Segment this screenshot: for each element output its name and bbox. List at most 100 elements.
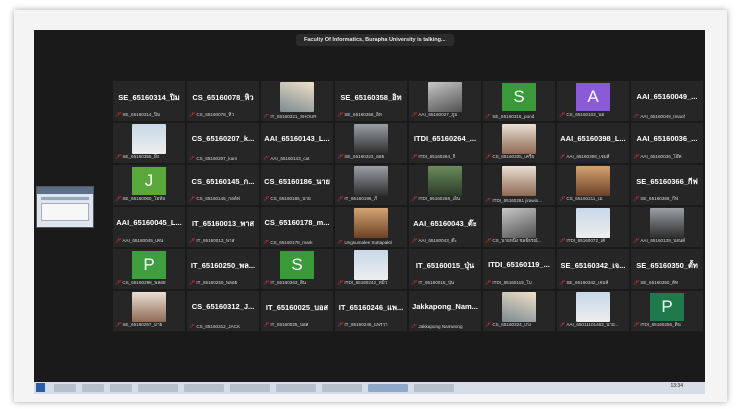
participant-display-name: AAI_65160043_ต๊ะ [413, 219, 477, 228]
participant-caption: 🎤︎ SE_65160366_กีฟ [633, 196, 701, 203]
participant-tile[interactable]: 🎤︎ SE_65160323_ออย [335, 123, 407, 163]
participant-tile[interactable]: S 🎤︎ SE_65160316_pond [483, 81, 555, 121]
participant-name-label: CS_65160324_เก่ง [492, 322, 531, 327]
participant-tile[interactable]: IT_65160015_ปุ่น 🎤︎ IT_65160015_ปุ่น [409, 249, 481, 289]
taskbar-app-icon[interactable] [230, 384, 270, 392]
participant-tile[interactable]: Jakkapong_Nam... 🎤︎ Jakkapong Namwong [409, 291, 481, 331]
taskbar-app-icon[interactable] [110, 384, 132, 392]
participant-tile[interactable]: 🎤︎ CS_65160211_เม [557, 165, 629, 205]
participant-tile[interactable]: AAI_65160045_L... 🎤︎ AAI_65160045_เคน [113, 207, 185, 247]
participant-caption: 🎤︎ IT_65160015_ปุ่น [411, 280, 479, 287]
participant-tile[interactable]: IT_65160250_พล... 🎤︎ IT_65160250_พลอย [187, 249, 259, 289]
participant-tile[interactable]: AAI_65160143_L... 🎤︎ AAI_65160143_cat [261, 123, 333, 163]
muted-mic-icon: 🎤︎ [189, 238, 196, 244]
participant-name-label: IT_65160250_พลอย [196, 280, 238, 285]
participant-tile[interactable]: SE_65160314_ปิม 🎤︎ SE_65160314_ปิม [113, 81, 185, 121]
participant-tile[interactable]: 🎤︎ AAI_65160027_ภูม [409, 81, 481, 121]
participant-tile[interactable]: SE_65160342_เจ... 🎤︎ SE_65160342_เจมส์ [557, 249, 629, 289]
participant-display-name: CS_65160078_หิว [192, 93, 254, 102]
muted-mic-icon: 🎤︎ [115, 238, 122, 244]
participant-name-label: AAI_65160049_tmaof [640, 114, 685, 119]
taskbar-app-icon[interactable] [322, 384, 362, 392]
participant-video [502, 292, 536, 322]
participant-tile[interactable]: 🎤︎ ITDI_65160072_เต้ [557, 207, 629, 247]
participant-video [354, 166, 388, 196]
shared-screen-thumbnail[interactable] [36, 186, 94, 228]
meeting-topbar: Faculty Of Informatics, Burapha Universi… [34, 30, 705, 54]
muted-mic-icon: 🎤︎ [485, 322, 492, 328]
muted-mic-icon: 🎤︎ [633, 154, 640, 160]
participant-tile[interactable]: AAI_65160049_... 🎤︎ AAI_65160049_tmaof [631, 81, 703, 121]
muted-mic-icon: 🎤︎ [485, 114, 492, 119]
participant-tile[interactable]: AAI_65160036_... 🎤︎ AAI_65160036_โอ๊ค [631, 123, 703, 163]
participant-caption: 🎤︎ AAI_65160398_เจมส์ [559, 154, 627, 161]
participant-tile[interactable]: ITDI_65160119_... 🎤︎ ITDI_65160119_โบ [483, 249, 555, 289]
participant-tile[interactable]: 🎤︎ ITDI_65160242_หมิว [335, 249, 407, 289]
participant-tile[interactable]: 🎤︎ AAI_65011101463_นาย... [557, 291, 629, 331]
participant-tile[interactable]: 🎤︎ AAI_65160139_ปอนด์ [631, 207, 703, 247]
participant-tile[interactable]: 🎤︎ ITDI_65160281 jirawin... [483, 165, 555, 205]
participant-tile[interactable]: ITDI_65160264_... 🎤︎ ITDI_65160264_กิ [409, 123, 481, 163]
participant-tile[interactable]: S 🎤︎ IT_65160363_สิน [261, 249, 333, 289]
participant-tile[interactable]: CS_65160186_นาย 🎤︎ CS_65160186_นาย [261, 165, 333, 205]
muted-mic-icon: 🎤︎ [263, 322, 270, 328]
participant-caption: 🎤︎ AAI_65160139_ปอนด์ [633, 238, 701, 245]
participant-tile[interactable]: CS_65160078_หิว 🎤︎ CS_65160078_หิว [187, 81, 259, 121]
participant-display-name: AAI_65160045_L... [116, 218, 182, 227]
participant-name-label: IT_65160025_บอส [270, 322, 309, 327]
taskbar-app-icon[interactable] [276, 384, 316, 392]
participant-name-label: AAI_65160027_ภูม [418, 112, 458, 117]
participant-video [428, 166, 462, 196]
participant-tile[interactable]: J 🎤︎ SE_65160060_โอห์ม [113, 165, 185, 205]
participant-tile[interactable]: CS_65160312_J... 🎤︎ CS_65160312_JACK [187, 291, 259, 331]
participant-name-label: AAI_65160398_เจมส์ [566, 154, 610, 159]
participant-tile[interactable]: 🎤︎ CS_65160205_เครีย [483, 123, 555, 163]
participant-tile[interactable]: 🎤︎ CS_65160324_เก่ง [483, 291, 555, 331]
participant-tile[interactable]: 🎤︎ SE_65160355_ผึง [113, 123, 185, 163]
windows-taskbar: 13:34 [34, 382, 705, 394]
participant-caption: 🎤︎ SE_65160267_มาย [115, 322, 183, 329]
taskbar-app-icon[interactable] [414, 384, 454, 392]
taskbar-app-icon[interactable] [54, 384, 76, 392]
start-icon[interactable] [36, 383, 45, 392]
participant-avatar: J [132, 167, 166, 195]
participant-caption: 🎤︎ IT_65160025_บอส [263, 322, 331, 329]
taskbar-app-icon[interactable] [184, 384, 224, 392]
participant-tile[interactable]: SE_65160366_กีฟ 🎤︎ SE_65160366_กีฟ [631, 165, 703, 205]
participant-display-name: SE_65160350_ตั้ท [636, 261, 698, 270]
participant-tile[interactable]: SE_65160350_ตั้ท 🎤︎ SE_65160350_ตั้ท [631, 249, 703, 289]
participant-tile[interactable]: CS_65160145_ก... 🎤︎ CS_65160145_กอล์ฟ [187, 165, 259, 205]
participant-display-name: SE_65160358_อิท [340, 93, 402, 102]
participant-caption: 🎤︎ AAI_65160043_ต๊ะ [411, 238, 479, 245]
participant-tile[interactable]: AAI_65160398_L... 🎤︎ AAI_65160398_เจมส์ [557, 123, 629, 163]
taskbar-app-icon[interactable] [368, 384, 408, 392]
participant-tile[interactable]: P 🎤︎ ITDI_65160256_ติน [631, 291, 703, 331]
participant-name-label: SE_65160314_ปิม [122, 112, 160, 117]
participant-tile[interactable]: 🎤︎ IT_65160196_ภี [335, 165, 407, 205]
participant-tile[interactable]: 🎤︎ IT_65160321_SHOUR [261, 81, 333, 121]
participant-tile[interactable]: 🎤︎ SE_65160267_มาย [113, 291, 185, 331]
participant-name-label: CS_65160078_หิว [196, 112, 234, 117]
participant-tile[interactable]: 🎤︎ CS_นายหนึ่ง ชลธีธรณ์... [483, 207, 555, 247]
participant-name-label: AAI_65160139_ปอนด์ [640, 238, 686, 243]
participant-tile[interactable]: SE_65160358_อิท 🎤︎ SE_65160358_อิท [335, 81, 407, 121]
participant-tile[interactable]: CS_65160178_m... 🎤︎ CS_65160178_mark [261, 207, 333, 247]
participant-display-name: SE_65160314_ปิม [118, 93, 180, 102]
participant-display-name: CS_65160178_m... [264, 218, 330, 227]
participant-video [132, 124, 166, 154]
participant-tile[interactable]: IT_65160013_พาส 🎤︎ IT_65160013_พาส [187, 207, 259, 247]
participant-tile[interactable]: P 🎤︎ CS_65160298_พลอย [113, 249, 185, 289]
participant-video [354, 250, 388, 280]
participant-tile[interactable]: IT_65160025_บอส 🎤︎ IT_65160025_บอส [261, 291, 333, 331]
participant-tile[interactable]: A 🎤︎ CS_65160103_นอ [557, 81, 629, 121]
muted-mic-icon: 🎤︎ [485, 198, 492, 203]
participant-display-name: ITDI_65160264_... [413, 134, 477, 143]
participant-tile[interactable]: 🎤︎ ITDI_65160258_เอ็น [409, 165, 481, 205]
taskbar-app-icon[interactable] [138, 384, 178, 392]
participant-tile[interactable]: CS_65160207_k... 🎤︎ CS_65160207_karn [187, 123, 259, 163]
taskbar-app-icon[interactable] [82, 384, 104, 392]
participant-tile[interactable]: 🎤︎ Ungsumalee Suttapakti [335, 207, 407, 247]
participant-tile[interactable]: AAI_65160043_ต๊ะ 🎤︎ AAI_65160043_ต๊ะ [409, 207, 481, 247]
participant-tile[interactable]: IT_65160246_แพ... 🎤︎ IT_65160246_แพรวา [335, 291, 407, 331]
muted-mic-icon: 🎤︎ [559, 280, 566, 286]
